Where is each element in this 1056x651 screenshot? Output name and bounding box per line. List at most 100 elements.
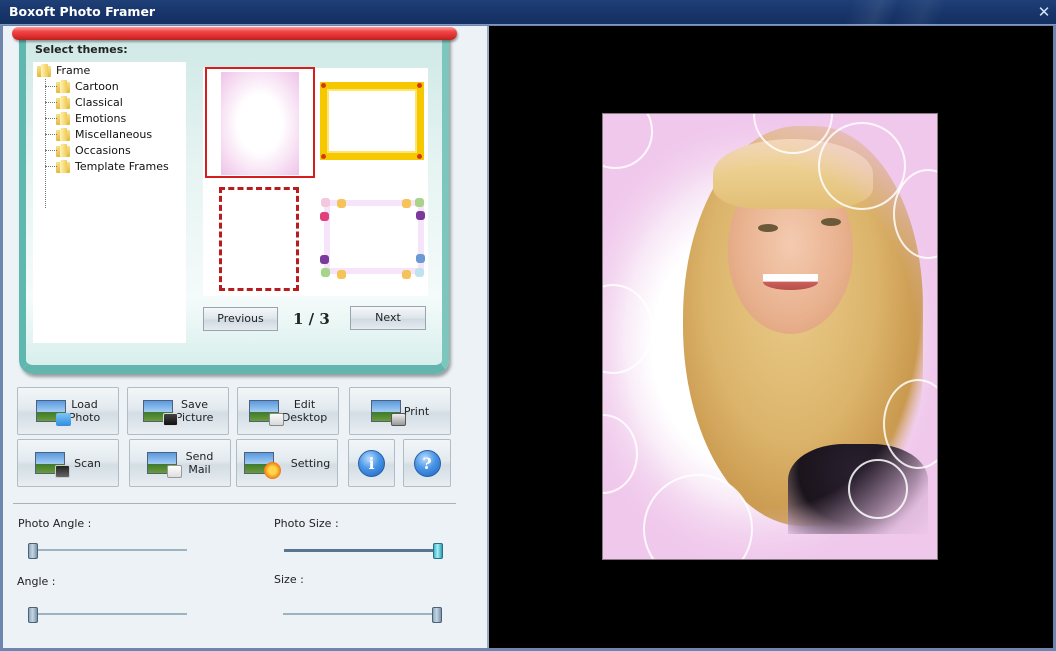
flower-decoration [337,270,346,279]
load-photo-button[interactable]: Load Photo [17,387,119,435]
photo-mouth [763,274,818,290]
tree-item-miscellaneous[interactable]: Miscellaneous [56,126,152,142]
title-bar-sheen [796,0,976,25]
scanner-icon [35,452,71,478]
open-folder-icon [35,400,71,426]
photo-angle-label: Photo Angle : [18,517,92,530]
frame-bubble [603,414,638,494]
send-mail-button[interactable]: Send Mail [129,439,231,487]
angle-label: Angle : [17,575,56,588]
corner-dot [417,83,422,88]
tree-item-label: Cartoon [75,79,119,93]
control-panel: Select themes: Frame Cartoon Classical E… [3,26,487,648]
flower-decoration [320,212,329,221]
folder-icon [56,111,70,125]
photo-size-slider[interactable] [284,549,438,552]
angle-slider-thumb[interactable] [28,607,38,623]
edit-desktop-button[interactable]: Edit Desktop [237,387,339,435]
info-button[interactable]: i [348,439,395,487]
flower-decoration [320,255,329,264]
flower-decoration [402,199,411,208]
frame-bubble [818,122,906,210]
frame-bubble [848,459,908,519]
photo-size-label: Photo Size : [274,517,339,530]
tree-connector [45,79,46,208]
button-label: Load Photo [68,398,101,424]
thumbnail-pink-floral-frame[interactable] [205,67,315,178]
button-label: Print [403,404,430,418]
help-icon: ? [413,449,441,477]
tree-item-label: Classical [75,95,123,109]
select-themes-heading: Select themes: [35,43,128,56]
flower-decoration [402,270,411,279]
flower-decoration [337,199,346,208]
tree-item-occasions[interactable]: Occasions [56,142,131,158]
themes-header-bar [12,27,457,40]
theme-tree[interactable]: Frame Cartoon Classical Emotions Miscell… [33,62,186,343]
folder-icon [37,63,51,77]
folder-icon [56,143,70,157]
previous-button[interactable]: Previous [203,307,278,331]
edit-document-icon [248,400,284,426]
tree-item-frame[interactable]: Frame [37,62,90,78]
tree-item-label: Template Frames [75,159,169,173]
scan-button[interactable]: Scan [17,439,119,487]
folder-icon [56,79,70,93]
save-picture-button[interactable]: Save Picture [127,387,229,435]
tree-connector [45,166,57,167]
setting-button[interactable]: Setting [236,439,338,487]
tree-item-cartoon[interactable]: Cartoon [56,78,119,94]
folder-icon [56,159,70,173]
photo-size-slider-thumb[interactable] [433,543,443,559]
thumbnail-yellow-wavy-frame[interactable] [319,70,428,175]
size-slider-thumb[interactable] [432,607,442,623]
size-slider[interactable] [283,613,437,615]
flower-decoration [415,268,424,277]
close-icon[interactable]: ✕ [1036,4,1052,20]
thumbnail-flower-corner-frame[interactable] [319,186,428,291]
thumbnail-red-dashed-frame[interactable] [219,187,299,291]
tree-item-label: Emotions [75,111,127,125]
print-button[interactable]: Print [349,387,451,435]
tree-item-label: Miscellaneous [75,127,153,141]
preview-canvas [489,26,1053,648]
tree-connector [45,86,57,87]
title-bar[interactable]: Boxoft Photo Framer ✕ [0,0,1056,25]
corner-dot [321,154,326,159]
thumbnail-preview [221,72,299,175]
info-icon: i [358,449,385,477]
next-button[interactable]: Next [350,306,426,330]
page-indicator: 1 / 3 [293,310,330,328]
settings-sun-icon [243,452,281,479]
flower-decoration [416,254,425,263]
folder-icon [56,127,70,141]
folder-icon [56,95,70,109]
button-label: Save Picture [175,398,214,424]
thumbnail-preview [324,200,424,274]
corner-dot [417,154,422,159]
frame-bubble [603,114,653,169]
corner-dot [321,83,326,88]
button-label: Scan [74,456,101,470]
tree-connector [45,102,57,103]
photo-angle-slider[interactable] [33,549,187,551]
tree-connector [45,150,57,151]
angle-slider[interactable] [33,613,187,615]
mail-envelope-icon [146,452,182,478]
button-label: Send Mail [185,450,214,476]
frame-thumbnails [203,67,428,296]
button-label: Edit Desktop [281,398,328,424]
window-title: Boxoft Photo Framer [9,4,156,19]
tree-item-label: Frame [56,63,91,77]
tree-item-classical[interactable]: Classical [56,94,123,110]
tree-connector [45,118,57,119]
help-button[interactable]: ? [403,439,451,487]
tree-item-emotions[interactable]: Emotions [56,110,126,126]
photo-eye [821,218,841,226]
thumbnail-preview [320,82,424,160]
tree-item-template-frames[interactable]: Template Frames [56,158,169,174]
app-window: Boxoft Photo Framer ✕ Select themes: Fra… [0,0,1056,651]
photo-angle-slider-thumb[interactable] [28,543,38,559]
size-label: Size : [274,573,304,586]
flower-decoration [321,198,330,207]
